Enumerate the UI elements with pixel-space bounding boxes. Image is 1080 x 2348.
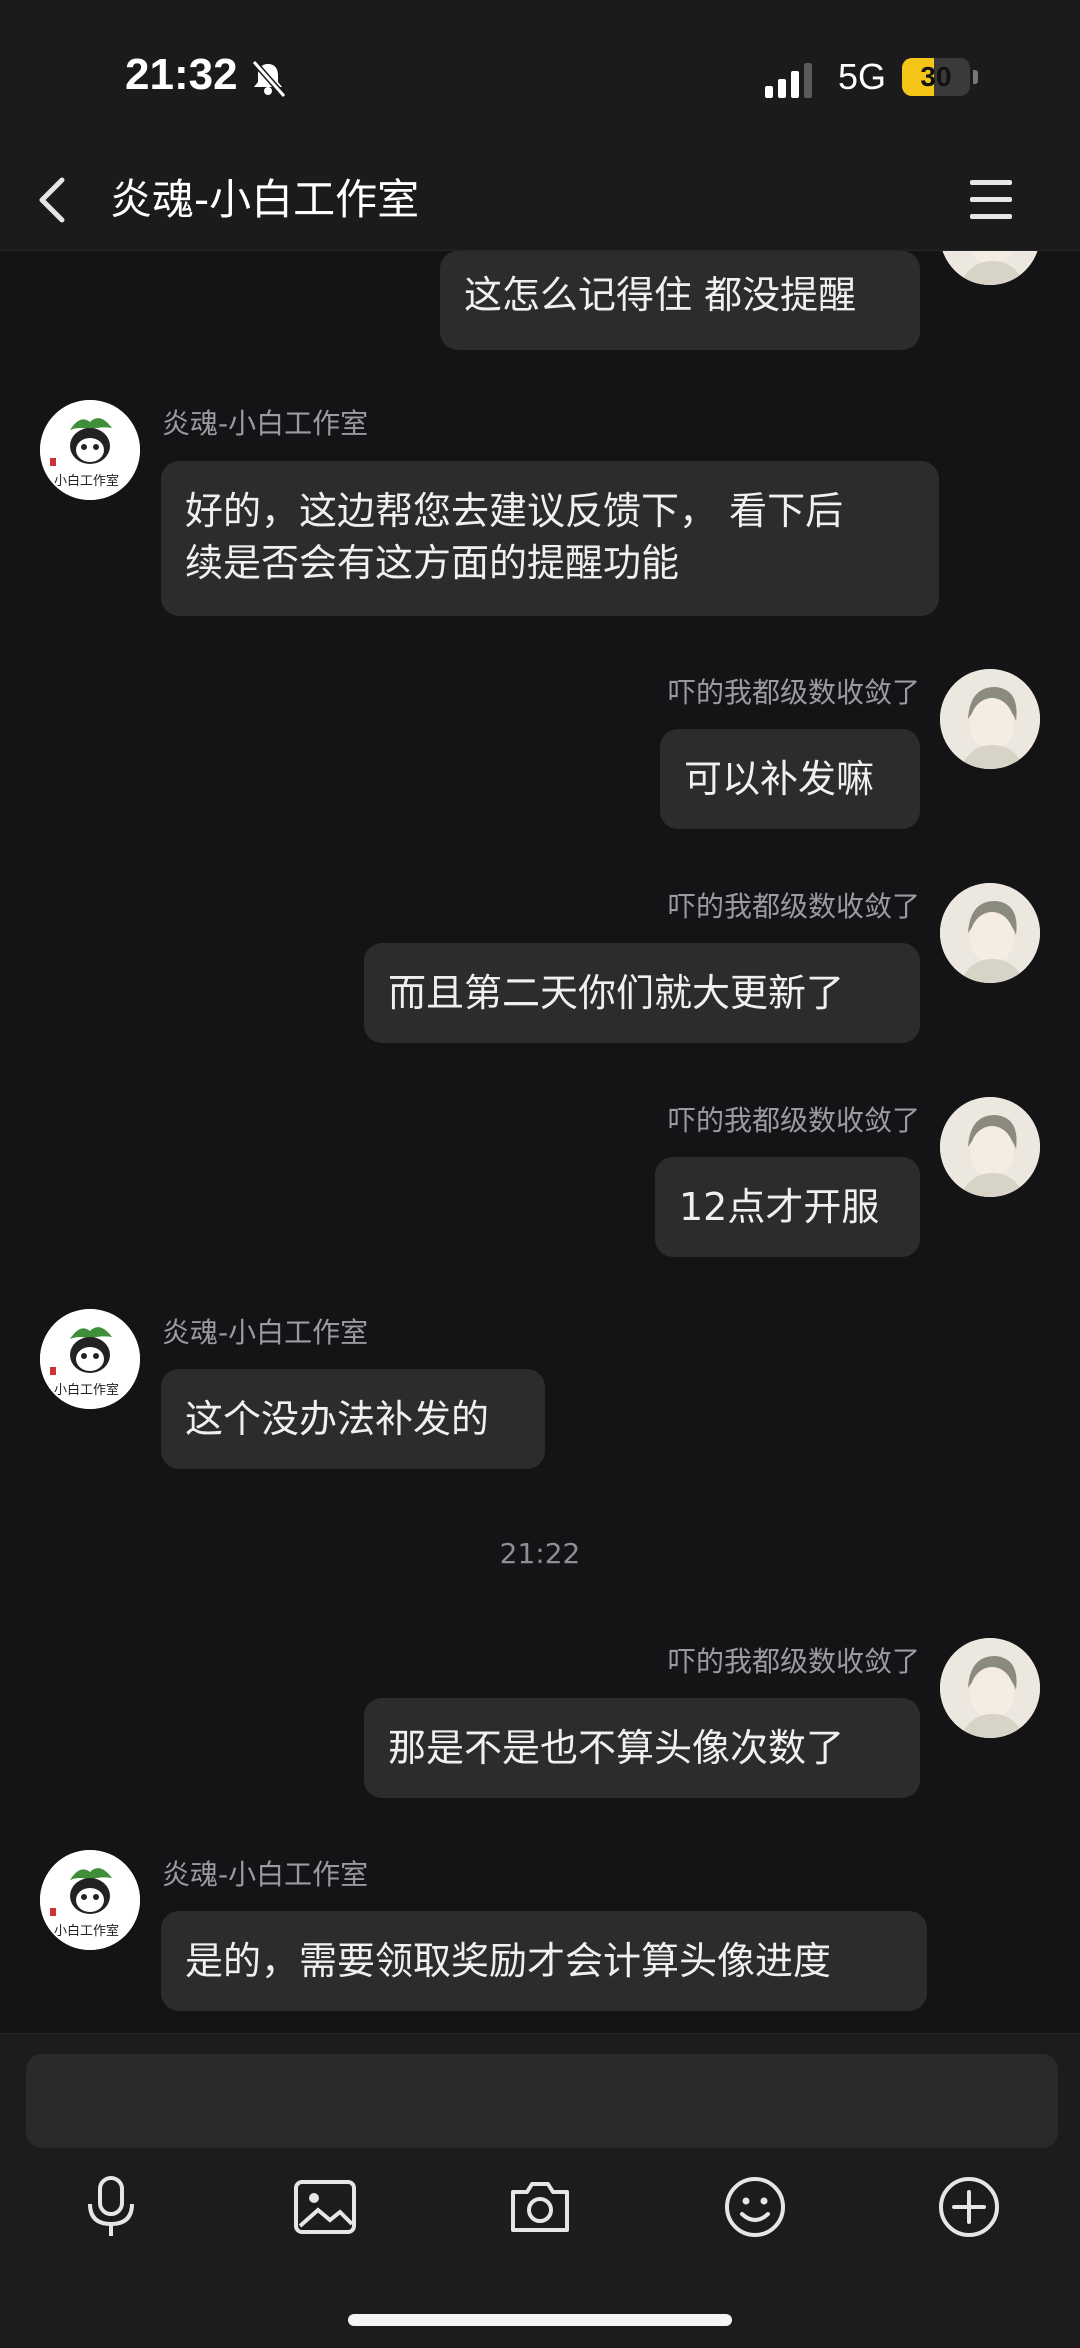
sender-name: 吓的我都级数收敛了 [667,676,920,709]
person-avatar-icon [940,251,1040,285]
sender-name: 吓的我都级数收敛了 [667,890,920,923]
message-text: 续是否会有这方面的提醒功能 [185,541,680,585]
sender-name: 炎魂-小白工作室 [162,1316,369,1349]
sender-name: 吓的我都级数收敛了 [667,1645,920,1678]
shop-avatar-text: 小白工作室 [54,474,120,489]
sender-name: 吓的我都级数收敛了 [667,1104,920,1137]
shop-avatar[interactable]: 小白工作室 [40,400,140,500]
camera-icon[interactable] [505,2172,575,2242]
chat-header: 炎魂-小白工作室 [0,150,1080,251]
shop-avatar-text: 小白工作室 [54,1383,120,1398]
person-avatar-icon [940,883,1040,983]
status-time: 21:32 [125,50,238,99]
message-text: 这怎么记得住 都没提醒 [464,273,857,317]
my-avatar[interactable] [940,1097,1040,1197]
message-text: 12点才开服 [679,1185,880,1229]
shop-avatar[interactable]: 小白工作室 [40,1850,140,1950]
plus-circle-icon[interactable] [934,2172,1004,2242]
chat-title: 炎魂-小白工作室 [110,175,420,224]
message-text: 可以补发嘛 [684,757,875,801]
person-avatar-icon [940,1638,1040,1738]
my-avatar[interactable] [940,883,1040,983]
message-bubble[interactable]: 这个没办法补发的 [161,1369,545,1469]
sender-name: 炎魂-小白工作室 [162,1858,369,1891]
message-text: 那是不是也不算头像次数了 [388,1726,845,1770]
message-bubble[interactable]: 是的，需要领取奖励才会计算头像进度 [161,1911,927,2011]
status-bar: 21:32 5G 30 [0,0,1080,150]
menu-icon[interactable] [966,172,1016,228]
shop-avatar[interactable]: 小白工作室 [40,1309,140,1409]
message-bubble[interactable]: 这怎么记得住 都没提醒 [440,251,920,350]
battery-icon: 30 [902,58,978,98]
signal-icon [765,63,812,98]
home-indicator[interactable] [348,2314,732,2326]
input-toolbar [0,2033,1080,2348]
message-timestamp: 21:22 [499,1537,581,1570]
my-avatar[interactable] [940,251,1040,285]
bell-slash-icon [251,60,287,98]
message-text: 是的，需要领取奖励才会计算头像进度 [185,1939,832,1983]
message-bubble[interactable]: 可以补发嘛 [660,729,920,829]
message-bubble[interactable]: 12点才开服 [655,1157,920,1257]
sender-name: 炎魂-小白工作室 [162,407,369,440]
emoji-icon[interactable] [720,2172,790,2242]
message-text: 这个没办法补发的 [185,1397,490,1441]
message-input[interactable] [26,2054,1058,2148]
person-avatar-icon [940,669,1040,769]
my-avatar[interactable] [940,669,1040,769]
battery-level: 30 [920,61,952,92]
image-icon[interactable] [290,2172,360,2242]
message-text: 而且第二天你们就大更新了 [388,971,845,1015]
microphone-icon[interactable] [76,2172,146,2242]
message-bubble[interactable]: 而且第二天你们就大更新了 [364,943,920,1043]
message-bubble[interactable]: 好的，这边帮您去建议反馈下， 看下后 续是否会有这方面的提醒功能 [161,461,939,616]
person-avatar-icon [940,1097,1040,1197]
network-type: 5G [838,56,887,97]
chat-messages: 这怎么记得住 都没提醒 小白工作室 炎魂-小白工作室 好的，这边帮您去建议反馈下… [0,251,1080,2033]
back-chevron-icon[interactable] [30,170,80,230]
message-bubble[interactable]: 那是不是也不算头像次数了 [364,1698,920,1798]
message-text: 好的，这边帮您去建议反馈下， 看下后 [185,489,844,533]
shop-avatar-text: 小白工作室 [54,1924,120,1939]
my-avatar[interactable] [940,1638,1040,1738]
